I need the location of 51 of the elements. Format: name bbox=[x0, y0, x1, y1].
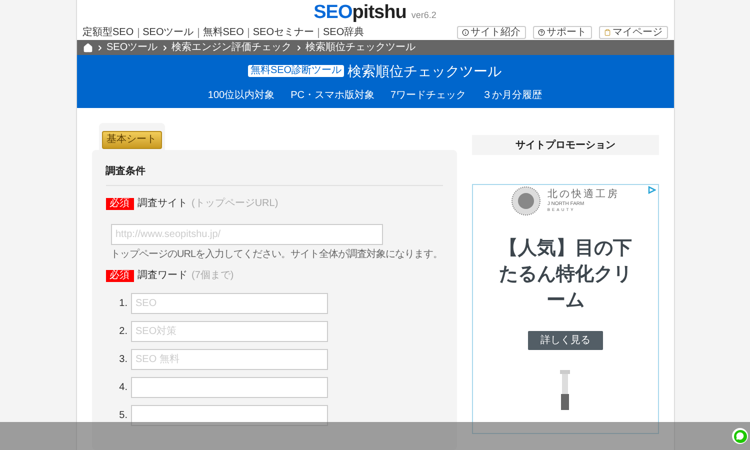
feature-label: 100位以内対象 bbox=[208, 88, 275, 103]
keyword-field[interactable] bbox=[130, 405, 328, 426]
row-number: 1. bbox=[118, 297, 128, 311]
free-badge: 無料SEO診断ツール bbox=[248, 65, 344, 78]
feature-label: 7ワードチェック bbox=[390, 88, 466, 103]
help-text: トップページのURLを入力してください。サイト全体が調査対象になります。 bbox=[110, 248, 444, 262]
header-button[interactable]: サイト紹介 bbox=[456, 26, 526, 39]
header-button[interactable]: サポート bbox=[532, 26, 592, 39]
breadcrumb-link[interactable]: 検索順位チェックツール bbox=[306, 40, 416, 56]
chevron-icon bbox=[160, 44, 169, 52]
row-number: 2. bbox=[118, 325, 128, 339]
sheet-tab[interactable]: 基本シート bbox=[102, 130, 162, 148]
bottle-icon bbox=[558, 370, 572, 410]
keyword-field[interactable] bbox=[130, 377, 328, 398]
brand-logo-icon bbox=[511, 186, 542, 216]
chat-icon bbox=[736, 432, 744, 440]
details-button[interactable]: 詳しく見る bbox=[528, 331, 603, 350]
site-logo[interactable]: SEOpitshu bbox=[314, 3, 406, 22]
chevron-icon bbox=[294, 44, 303, 52]
button-icon bbox=[538, 29, 544, 36]
row-number: 3. bbox=[118, 353, 128, 367]
feature-label: ３か月分履歴 bbox=[482, 88, 542, 103]
section-heading: 調査条件 bbox=[106, 164, 444, 186]
breadcrumb-link[interactable]: SEOツール bbox=[106, 40, 158, 56]
ad-headline: 【人気】目の下たるん特化クリーム bbox=[498, 236, 633, 313]
home-icon bbox=[82, 42, 92, 53]
hero-title: 検索順位チェックツール bbox=[348, 62, 502, 81]
nav-link[interactable]: SEOツール bbox=[142, 25, 194, 40]
nav-link[interactable]: SEO辞典 bbox=[323, 25, 364, 40]
feature-label: PC・スマホ版対象 bbox=[290, 88, 375, 103]
field-label: 調査ワード bbox=[138, 268, 188, 283]
nav-link[interactable]: 定額型SEO bbox=[82, 25, 134, 40]
button-icon bbox=[604, 29, 610, 36]
field-label: 調査サイト bbox=[138, 196, 188, 211]
chevron-icon bbox=[96, 44, 104, 52]
field-note: (7個まで) bbox=[192, 269, 234, 283]
button-icon bbox=[462, 29, 468, 36]
nav-link[interactable]: SEOセミナー bbox=[252, 25, 314, 40]
header-button[interactable]: マイページ bbox=[598, 26, 668, 39]
version-label: ver6.2 bbox=[411, 11, 436, 20]
required-badge: 必須 bbox=[106, 270, 134, 282]
sidebar-heading: サイトプロモーション bbox=[472, 135, 658, 155]
brand-name: 北の快適工房 bbox=[547, 190, 620, 200]
nav-link[interactable]: 無料SEO bbox=[202, 25, 244, 40]
breadcrumb-link[interactable]: 検索エンジン評価チェック bbox=[172, 40, 292, 56]
required-badge: 必須 bbox=[106, 198, 134, 210]
field-note: (トップページURL) bbox=[192, 196, 278, 211]
row-number: 5. bbox=[118, 409, 128, 423]
row-number: 4. bbox=[118, 381, 128, 395]
ad-choices-icon[interactable] bbox=[648, 186, 656, 194]
chat-button[interactable] bbox=[732, 428, 748, 444]
